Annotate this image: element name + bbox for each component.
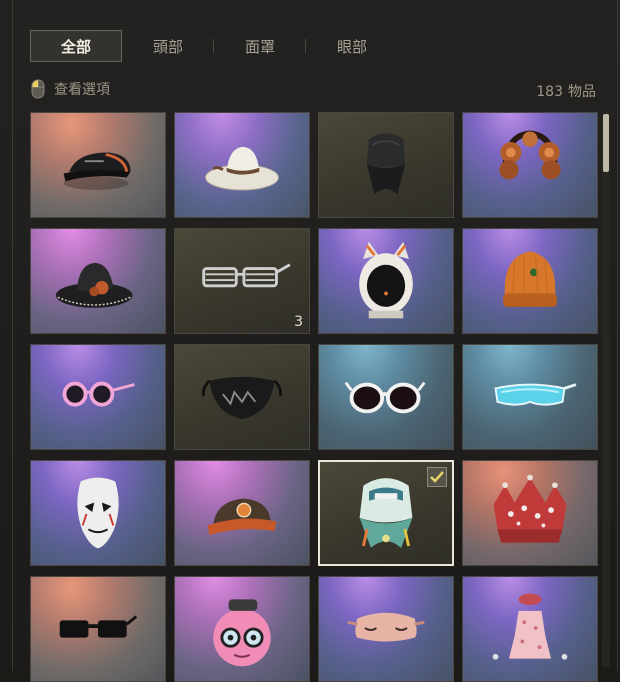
red-crown-icon xyxy=(493,474,567,543)
item-slot[interactable] xyxy=(462,576,598,682)
item-slot[interactable] xyxy=(30,112,166,218)
equipped-check-icon xyxy=(427,467,447,487)
tab-eyes-label: 眼部 xyxy=(336,37,367,56)
white-mask-icon xyxy=(77,477,119,549)
view-options-label: 查看選項 xyxy=(54,82,110,98)
item-slot[interactable] xyxy=(318,460,454,566)
white-sunglasses-icon xyxy=(344,381,426,414)
item-slot[interactable] xyxy=(318,228,454,334)
item-slot[interactable] xyxy=(174,344,310,450)
blue-visor-glasses-icon xyxy=(494,383,577,406)
tab-all-label: 全部 xyxy=(60,37,91,56)
item-slot[interactable]: 3 xyxy=(174,228,310,334)
item-slot[interactable] xyxy=(174,576,310,682)
tab-head[interactable]: 頭部 xyxy=(122,30,214,62)
tab-eyes[interactable]: 眼部 xyxy=(306,30,398,62)
black-sunglasses-icon xyxy=(59,615,138,638)
item-slot[interactable] xyxy=(462,228,598,334)
item-slot[interactable] xyxy=(174,460,310,566)
white-cowboy-hat-icon xyxy=(205,146,279,191)
orange-cap-icon xyxy=(207,498,277,536)
tab-all[interactable]: 全部 xyxy=(30,30,122,62)
item-slot[interactable] xyxy=(30,344,166,450)
item-slot[interactable] xyxy=(318,112,454,218)
scrollbar-track[interactable] xyxy=(602,112,610,667)
item-slot[interactable] xyxy=(462,460,598,566)
black-bandana-icon xyxy=(366,133,406,195)
pink-dress-icon xyxy=(492,593,568,660)
item-quantity: 3 xyxy=(294,314,303,330)
pink-donut-head-icon xyxy=(213,599,271,667)
tab-head-label: 頭部 xyxy=(152,37,183,56)
black-cap-icon xyxy=(63,152,131,190)
item-slot[interactable] xyxy=(30,460,166,566)
orange-beanie-icon xyxy=(503,251,557,307)
sub-toolbar: 查看選項 183 物品 xyxy=(30,78,596,102)
item-slot[interactable] xyxy=(462,344,598,450)
black-face-mask-icon xyxy=(201,376,283,420)
pink-round-glasses-icon xyxy=(62,381,135,407)
black-cowboy-hat-icon xyxy=(55,262,133,308)
view-options-button[interactable]: 查看選項 xyxy=(30,78,110,100)
item-slot[interactable] xyxy=(174,112,310,218)
item-slot[interactable] xyxy=(318,576,454,682)
sleep-mask-icon xyxy=(347,612,425,642)
scrollbar-thumb[interactable] xyxy=(603,114,609,172)
item-count: 183 物品 xyxy=(536,81,596,101)
item-slot[interactable] xyxy=(462,112,598,218)
item-count-value: 183 xyxy=(536,84,563,100)
item-slot[interactable] xyxy=(30,228,166,334)
item-slot[interactable] xyxy=(30,576,166,682)
tab-mask[interactable]: 面罩 xyxy=(214,30,306,62)
tab-mask-label: 面罩 xyxy=(244,37,275,56)
mouse-icon xyxy=(31,79,45,99)
item-count-unit: 物品 xyxy=(568,84,596,100)
cat-helmet-icon xyxy=(359,241,413,319)
floral-headband-icon xyxy=(499,130,561,180)
category-tabs: 全部 頭部 面罩 眼部 xyxy=(30,30,398,64)
shutter-shades-icon xyxy=(202,263,291,288)
item-slot[interactable] xyxy=(318,344,454,450)
